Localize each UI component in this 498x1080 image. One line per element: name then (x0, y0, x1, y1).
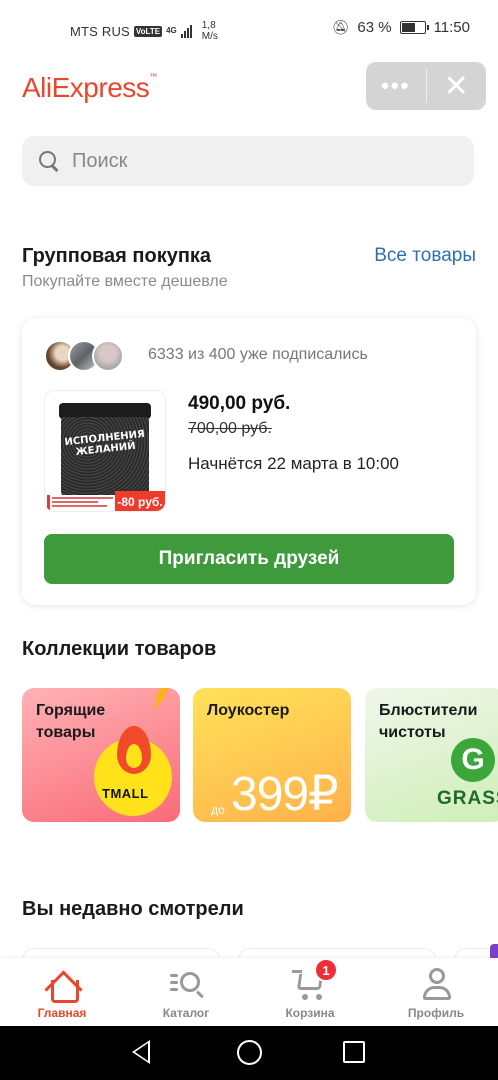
volte-badge: VoLTE (133, 25, 163, 37)
collection-cleanliness[interactable]: Блюстители чистоты G GRASS (365, 688, 498, 822)
collection-label: Лоукостер (207, 702, 290, 719)
avatar (92, 340, 124, 372)
search-input[interactable] (72, 149, 432, 173)
network-speed: 1,8 M/s (202, 20, 218, 42)
cart-count-badge: 1 (314, 958, 338, 982)
logo-text: AliExpress (22, 72, 150, 103)
system-nav-bar (0, 1026, 498, 1080)
recent-apps-icon[interactable] (343, 1041, 365, 1063)
start-time: Начнётся 22 марта в 10:00 (188, 454, 400, 473)
battery-percent: 63 % (357, 19, 392, 36)
group-buy-card[interactable]: 6333 из 400 уже подписались ИСПОЛНЕНИЯ Ж… (22, 318, 476, 605)
grass-logo-icon: G (451, 738, 495, 782)
battery-level (401, 23, 416, 32)
profile-icon (418, 966, 454, 1002)
collection-label: Горящие товары (36, 702, 106, 741)
group-buy-title: Групповая покупка (22, 245, 212, 267)
product-price: 490,00 руб. (188, 393, 291, 414)
carrier-name: MTS RUS (70, 23, 130, 39)
promo-fine-print (47, 495, 115, 511)
price-prefix: до (211, 803, 225, 817)
more-dots-icon[interactable]: ••• (366, 62, 426, 110)
cart-icon: 1 (292, 958, 338, 1002)
tab-label: Профиль (407, 1006, 465, 1020)
collection-hot-deals[interactable]: Горящие товары TMALL (22, 688, 180, 822)
search-bar[interactable] (22, 136, 474, 186)
close-icon[interactable]: ✕ (427, 62, 487, 110)
all-products-link[interactable]: Все товары (374, 245, 476, 267)
product-old-price: 700,00 руб. (188, 420, 272, 437)
app-header: AliExpress™ ••• ✕ (0, 60, 498, 120)
tab-home[interactable]: Главная (12, 966, 112, 1026)
catalog-icon (168, 966, 204, 1002)
lightning-icon (147, 688, 176, 712)
collections-title: Коллекции товаров (22, 638, 217, 660)
tmall-logo: TMALL (102, 786, 149, 801)
signal-icon (180, 24, 192, 38)
tab-label: Корзина (285, 1006, 335, 1020)
battery-icon (399, 21, 429, 34)
speed-value: 1,8 (201, 20, 216, 31)
recently-viewed-title: Вы недавно смотрели (22, 898, 244, 920)
collection-lowcoster[interactable]: Лоукостер до 399₽ (193, 688, 351, 822)
back-icon[interactable] (132, 1040, 150, 1064)
home-circle-icon[interactable] (237, 1040, 262, 1065)
product-image[interactable]: ИСПОЛНЕНИЯ ЖЕЛАНИЙ -80 руб. (44, 390, 166, 512)
tab-profile[interactable]: Профиль (386, 966, 486, 1026)
search-icon (38, 150, 60, 172)
discount-badge: -80 руб. (115, 491, 165, 511)
jar-label: ИСПОЛНЕНИЯ ЖЕЛАНИЙ (64, 428, 146, 459)
network-type: 4G (166, 26, 177, 35)
flame-icon (117, 726, 151, 774)
mute-bell-icon: 🔕︎ (331, 19, 350, 35)
invite-friends-button[interactable]: Пригласить друзей (44, 534, 454, 584)
status-bar: MTS RUS VoLTE 4G 1,8 M/s 🔕︎ 63 % 11:50 (0, 0, 498, 60)
jar: ИСПОЛНЕНИЯ ЖЕЛАНИЙ (61, 417, 149, 499)
miniapp-capsule: ••• ✕ (366, 62, 486, 110)
subscribed-count: 6333 из 400 уже подписались (148, 346, 368, 363)
clock: 11:50 (433, 19, 470, 36)
tab-label: Каталог (162, 1006, 210, 1020)
aliexpress-logo: AliExpress™ (22, 72, 157, 103)
lowcost-price: 399₽ (231, 768, 339, 821)
tab-label: Главная (37, 1006, 87, 1020)
subscriber-avatars (44, 340, 124, 372)
tab-cart[interactable]: 1 Корзина (260, 958, 360, 1026)
bottom-tab-bar: Главная Каталог 1 Корзина Профиль (0, 958, 498, 1026)
grass-logo: GRASS (437, 788, 498, 809)
home-icon (44, 966, 80, 1003)
tab-catalog[interactable]: Каталог (136, 966, 236, 1026)
collection-label: Блюстители чистоты (379, 702, 478, 741)
speed-unit: M/s (201, 31, 218, 42)
group-buy-subtitle: Покупайте вместе дешевле (22, 273, 228, 290)
